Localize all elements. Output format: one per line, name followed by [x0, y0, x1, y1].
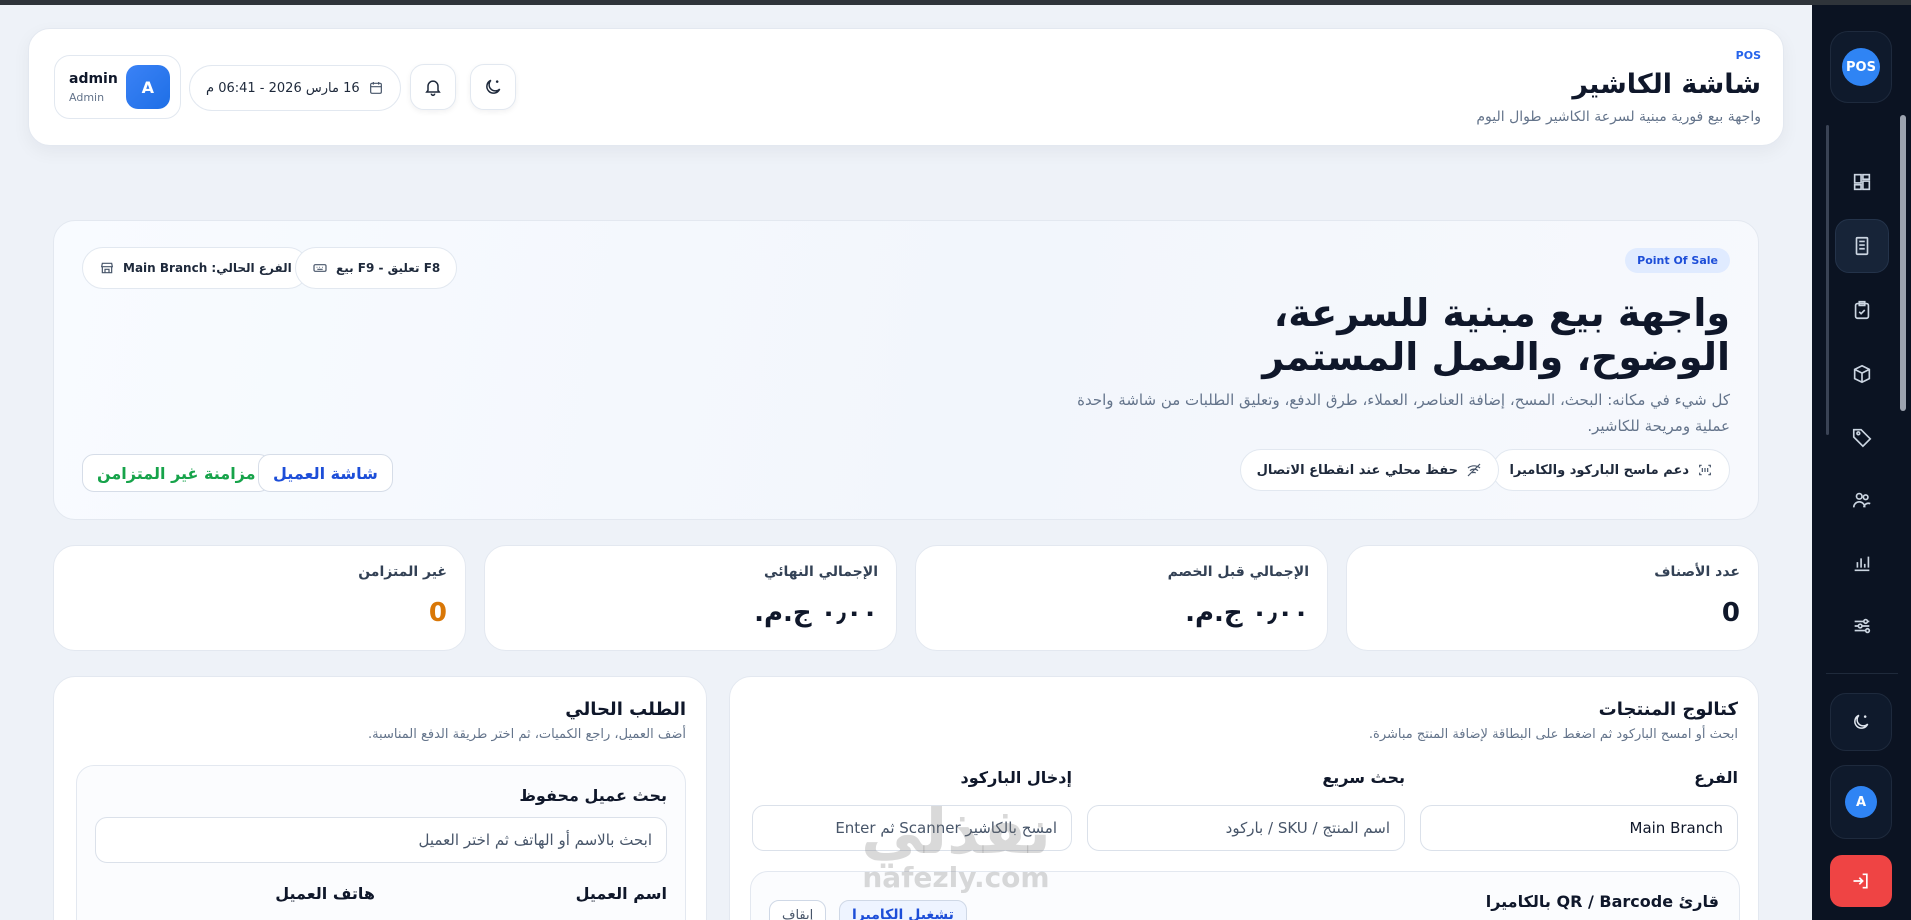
stat-label: عدد الأصناف [1654, 564, 1740, 580]
register-icon [1855, 236, 1869, 256]
hero-title: واجهة بيع مبنية للسرعة، الوضوح، والعمل ا… [1262, 291, 1730, 379]
page-title: شاشة الكاشير [1572, 69, 1761, 100]
stat-value: 0 [428, 598, 447, 628]
stat-items-count: عدد الأصناف 0 [1346, 545, 1759, 651]
customer-box: بحث عميل محفوظ ابحث بالاسم أو الهاتف ثم … [76, 765, 686, 920]
moon-icon [486, 79, 501, 94]
bar-chart-icon [1854, 556, 1870, 572]
logout-button[interactable] [1830, 855, 1892, 907]
datetime-pill: 16 مارس 2026 - 06:41 م [189, 65, 401, 111]
logo-badge: POS [1842, 48, 1880, 86]
sidebar-scrollbar[interactable] [1900, 115, 1906, 411]
bell-icon [425, 80, 441, 97]
sidebar-theme-toggle[interactable] [1830, 693, 1892, 751]
sliders-icon [1854, 618, 1871, 634]
camera-stop-button[interactable]: إيقاف [769, 900, 827, 920]
order-title: الطلب الحالي [565, 699, 686, 720]
quick-search-label: بحث سريع [1322, 768, 1405, 787]
stat-total: الإجمالي النهائي ٠٫٠٠ ج.م. [484, 545, 897, 651]
barcode-input[interactable]: امسح بالكاشير Scanner ثم Enter [752, 805, 1072, 851]
customer-search-input[interactable]: ابحث بالاسم أو الهاتف ثم اختر العميل [95, 817, 667, 863]
feature-scanner-label: دعم ماسح الباركود والكاميرا [1509, 462, 1689, 478]
sidebar-item-tags[interactable] [1835, 410, 1889, 464]
avatar: A [1845, 786, 1877, 818]
customer-phone-label: هاتف العميل [275, 884, 375, 903]
sidebar-rail: POS A [1812, 5, 1911, 920]
hero-card: Point Of Sale واجهة بيع مبنية للسرعة، ال… [53, 220, 1759, 520]
user-menu[interactable]: A admin Admin [54, 55, 181, 119]
camera-scanner-box: قارئ QR / Barcode بالكاميرا تشغيل الكامي… [750, 871, 1740, 920]
box-icon [1853, 364, 1871, 384]
barcode-label: إدخال الباركود [960, 768, 1072, 787]
customer-screen-button[interactable]: شاشة العميل [258, 454, 393, 492]
datetime-text: 16 مارس 2026 - 06:41 م [206, 80, 360, 96]
dashboard-icon [1853, 173, 1871, 191]
sidebar-item-settings[interactable] [1835, 599, 1889, 653]
sync-offline-button[interactable]: مزامنة غير المتزامن [82, 454, 271, 492]
camera-scanner-title: قارئ QR / Barcode بالكاميرا [1485, 892, 1719, 911]
avatar: A [125, 65, 170, 109]
clipboard-check-icon [1854, 300, 1870, 320]
catalog-title: كتالوج المنتجات [1598, 699, 1738, 720]
calendar-icon [369, 82, 382, 94]
catalog-subtitle: ابحث أو امسح الباركود ثم اضغط على البطاق… [1368, 727, 1738, 742]
shortcuts-label: F8 تعليق - F9 بيع [336, 261, 441, 275]
browser-top-strip [0, 0, 1911, 5]
store-icon [100, 262, 114, 274]
stat-label: الإجمالي قبل الخصم [1167, 564, 1309, 580]
product-catalog-panel: كتالوج المنتجات ابحث أو امسح الباركود ثم… [729, 676, 1759, 920]
page-subtitle: واجهة بيع فورية مبنية لسرعة الكاشير طوال… [1476, 109, 1761, 125]
sidebar-scroll-track [1826, 125, 1829, 435]
stat-label: غير المتزامن [358, 564, 447, 580]
sidebar-item-customers[interactable] [1835, 473, 1889, 527]
stat-label: الإجمالي النهائي [764, 564, 878, 580]
moon-icon [1854, 714, 1869, 729]
stat-unsynced: غير المتزامن 0 [53, 545, 466, 651]
current-branch-label: الفرع الحالي: Main Branch [123, 261, 292, 275]
hero-badge: Point Of Sale [1625, 248, 1730, 273]
feature-scanner-chip: دعم ماسح الباركود والكاميرا [1492, 449, 1730, 491]
sidebar-item-pos[interactable] [1835, 219, 1889, 273]
sidebar-item-reports[interactable] [1835, 536, 1889, 590]
sidebar-divider [1826, 673, 1898, 674]
logout-icon [1853, 873, 1868, 889]
header-tag: POS [1735, 49, 1761, 62]
camera-start-button[interactable]: تشغيل الكاميرا [839, 900, 967, 920]
scan-icon [1699, 464, 1711, 476]
stat-value: ٠٫٠٠ ج.م. [1185, 598, 1309, 628]
sidebar-item-orders[interactable] [1835, 283, 1889, 337]
app-logo[interactable]: POS [1830, 31, 1892, 103]
feature-offline-label: حفظ محلي عند انقطاع الاتصال [1256, 462, 1458, 478]
stat-value: ٠٫٠٠ ج.م. [754, 598, 878, 628]
sidebar-item-dashboard[interactable] [1835, 155, 1889, 209]
sidebar-user-button[interactable]: A [1830, 765, 1892, 839]
theme-toggle-button[interactable] [470, 64, 516, 110]
page-header: POS شاشة الكاشير واجهة بيع فورية مبنية ل… [28, 28, 1784, 146]
customer-name-label: اسم العميل [575, 884, 667, 903]
users-icon [1852, 492, 1871, 508]
keyboard-icon [313, 264, 327, 272]
current-branch-chip: الفرع الحالي: Main Branch [82, 247, 309, 289]
sidebar-item-products[interactable] [1835, 347, 1889, 401]
user-role: Admin [69, 90, 105, 104]
feature-offline-chip: حفظ محلي عند انقطاع الاتصال [1239, 449, 1499, 491]
shortcuts-chip: F8 تعليق - F9 بيع [295, 247, 458, 289]
branch-select[interactable]: Main Branch [1420, 805, 1738, 851]
stat-subtotal: الإجمالي قبل الخصم ٠٫٠٠ ج.م. [915, 545, 1328, 651]
customer-search-label: بحث عميل محفوظ [519, 786, 667, 805]
quick-search-input[interactable]: اسم المنتج / SKU / باركود [1087, 805, 1405, 851]
stat-value: 0 [1721, 598, 1740, 628]
wifi-off-icon [1467, 463, 1481, 477]
current-order-panel: الطلب الحالي أضف العميل، راجع الكميات، ث… [53, 676, 707, 920]
order-subtitle: أضف العميل، راجع الكميات، ثم اختر طريقة … [367, 727, 686, 742]
tag-icon [1852, 428, 1872, 448]
user-name: admin [69, 70, 118, 87]
hero-description: كل شيء في مكانه: البحث، المسح، إضافة الع… [1077, 391, 1730, 435]
notifications-button[interactable] [410, 64, 456, 110]
branch-label: الفرع [1694, 768, 1738, 787]
